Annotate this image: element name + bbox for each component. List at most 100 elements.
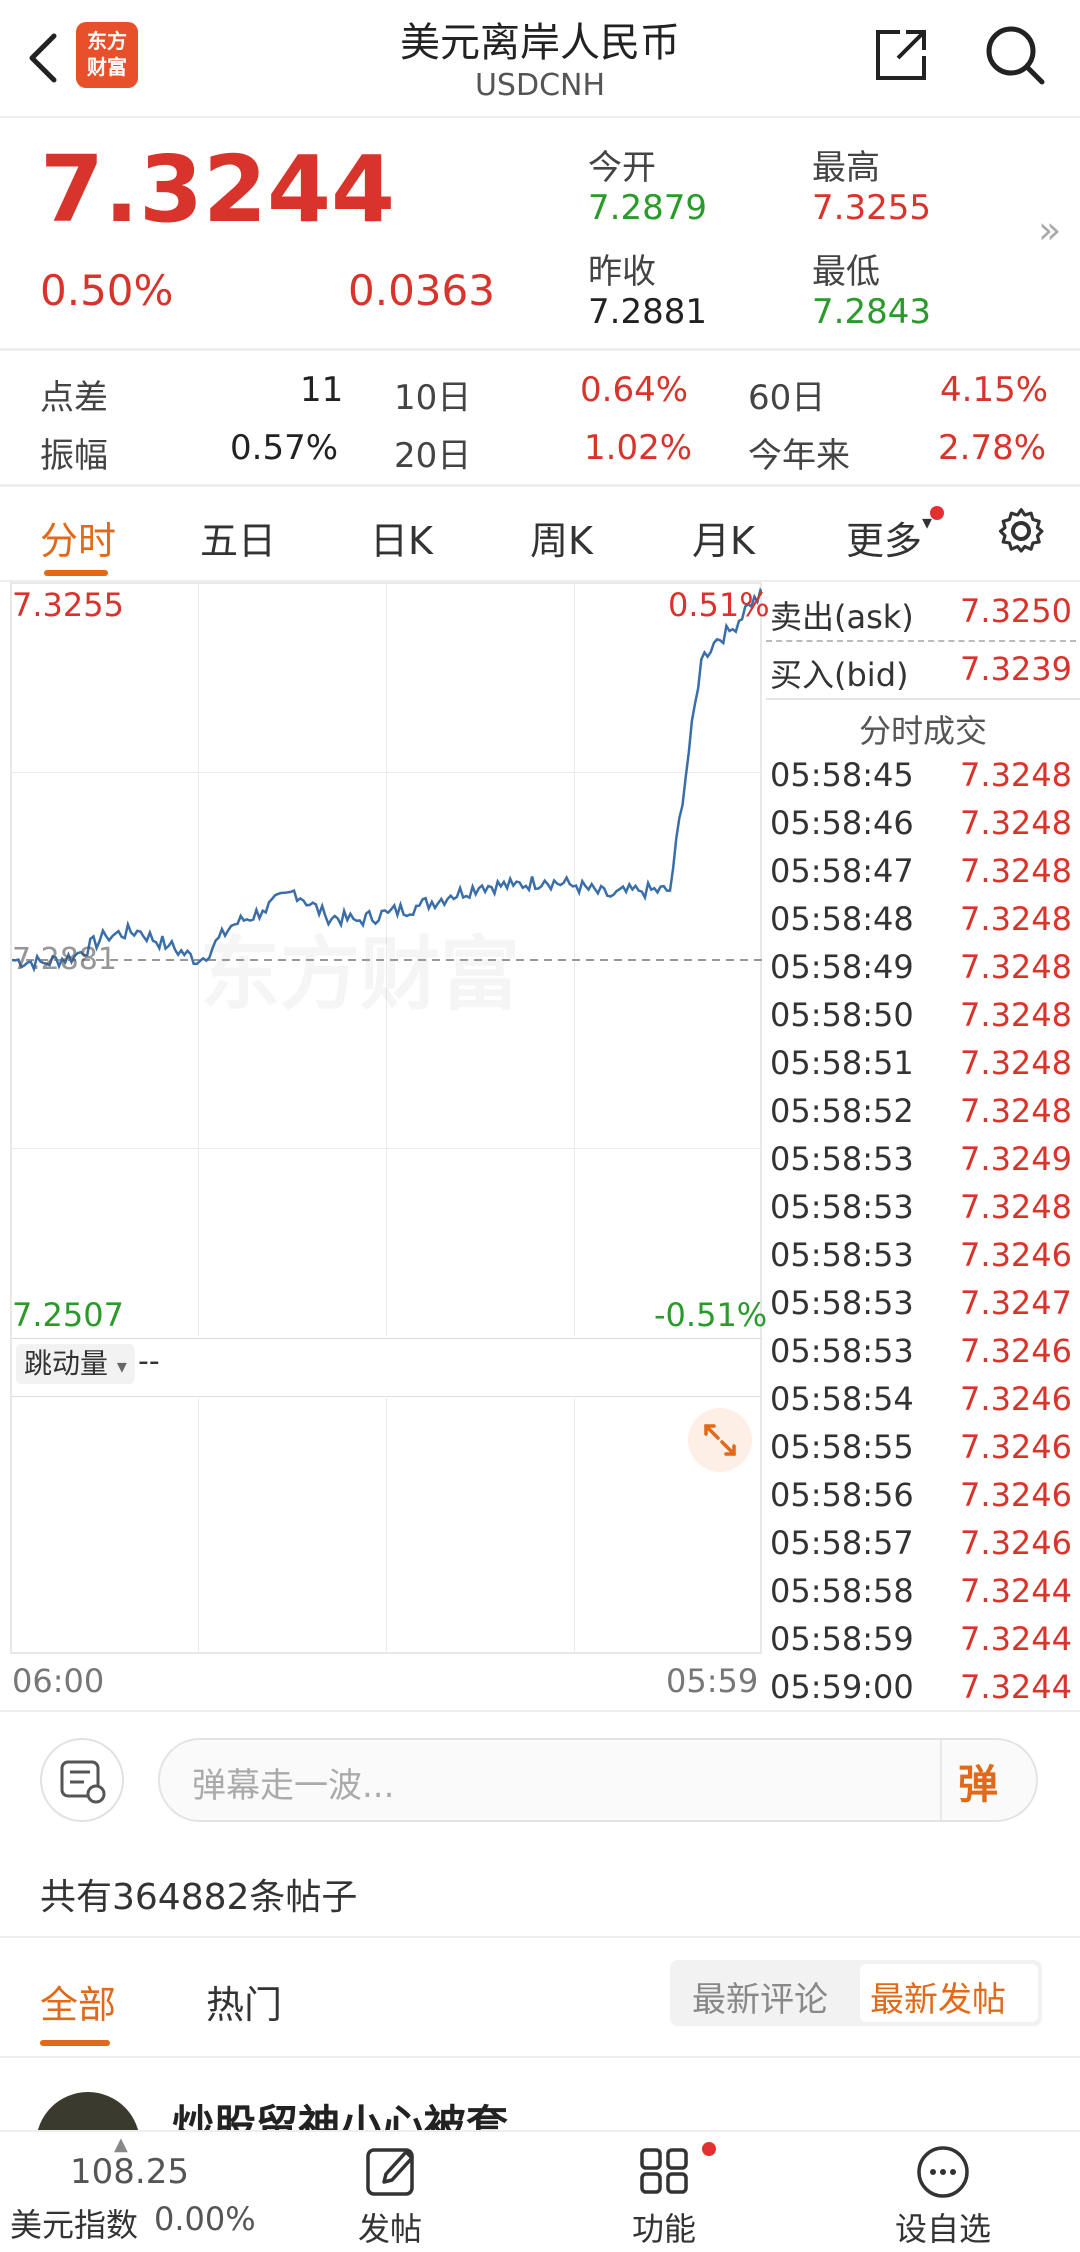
caret-down-icon: ▾ [116,1354,127,1378]
trade-price: 7.3248 [960,756,1072,794]
trade-price: 7.3248 [960,1044,1072,1082]
spread-value: 11 [300,370,344,410]
spread-label: 点差 [40,378,108,418]
trade-price: 7.3246 [960,1332,1072,1370]
notification-dot [930,506,944,520]
low-value: 7.2843 [812,292,931,332]
new-post-button[interactable]: 发帖 [340,2142,440,2248]
trade-time: 05:58:51 [770,1044,914,1082]
ask-value: 7.3250 [960,592,1072,630]
trade-time: 05:58:48 [770,900,914,938]
price-data-point [668,889,672,893]
trade-time: 05:58:58 [770,1572,914,1610]
price-data-point [605,894,609,898]
trade-price: 7.3246 [960,1236,1072,1274]
danmaku-input[interactable]: 弹幕走一波... [192,1758,394,1807]
high-value: 7.3255 [812,188,931,228]
open-value: 7.2879 [588,188,707,228]
ytd-value: 2.78% [938,428,1047,468]
grid-line [12,1338,762,1339]
pct-low-label: -0.51% [654,1296,768,1334]
price-data-point [292,889,296,893]
d20-label: 20日 [394,436,472,476]
trade-price: 7.3246 [960,1524,1072,1562]
sort-latest-comment[interactable]: 最新评论 [692,1972,828,2021]
high-label: 最高 [812,148,880,188]
trade-time: 05:58:46 [770,804,914,842]
edit-icon [366,2148,414,2196]
danmaku-button-label: 弹 [958,1762,998,1808]
tab-more-label: 更多 [846,519,923,563]
share-button[interactable] [870,24,932,86]
open-label: 今开 [588,148,656,188]
trade-time: 05:58:55 [770,1428,914,1466]
trade-price: 7.3246 [960,1380,1072,1418]
prev-close-label: 昨收 [588,252,656,292]
price-line-chart[interactable] [12,584,762,1336]
price-data-point [637,889,641,893]
volume-selector-label: 跳动量 [24,1347,109,1380]
functions-button[interactable]: 功能 [614,2142,714,2248]
index-label[interactable]: 美元指数 [10,2200,138,2246]
price-data-point [167,944,171,948]
trade-time: 05:58:47 [770,852,914,890]
danmaku-input-box[interactable]: 弹幕走一波... 弹 [158,1738,1038,1822]
price-data-point [104,934,108,938]
tab-more[interactable]: 更多▾ [846,510,932,565]
settings-button[interactable] [996,506,1046,556]
d10-label: 10日 [394,378,472,418]
bid-value: 7.3239 [960,650,1072,688]
trade-time: 05:58:53 [770,1140,914,1178]
trade-time: 05:58:53 [770,1332,914,1370]
tab-weekly-k[interactable]: 周K [530,510,593,565]
expand-icon [704,1424,736,1456]
grid-line [386,1398,387,1652]
add-watchlist-button[interactable]: 设自选 [888,2142,998,2248]
trade-price: 7.3247 [960,1284,1072,1322]
pct-high-label: 0.51% [668,586,770,624]
trade-price: 7.3248 [960,1188,1072,1226]
price-data-point [198,959,202,963]
ask-label: 卖出(ask) [770,598,914,636]
tab-monthly-k[interactable]: 月K [692,510,755,565]
trade-time: 05:58:53 [770,1236,914,1274]
grid-line [12,1396,762,1397]
trade-price: 7.3244 [960,1620,1072,1658]
change-value: 0.0363 [348,266,495,315]
ask-bid-separator [766,640,1076,642]
tab-intraday[interactable]: 分时 [40,510,116,565]
ytd-label: 今年来 [748,436,850,476]
d10-value: 0.64% [580,370,689,410]
volume-selector[interactable]: 跳动量 ▾ [16,1344,135,1384]
tab-all-posts[interactable]: 全部 [40,1974,116,2029]
price-data-point [699,657,703,661]
bid-separator [766,698,1080,700]
price-data-point [715,637,719,641]
trade-time: 05:58:53 [770,1284,914,1322]
y-axis-high-label: 7.3255 [12,586,124,624]
price-data-point [135,929,139,933]
search-button[interactable] [982,22,1048,88]
functions-label: 功能 [631,2210,696,2248]
price-data-point [323,914,327,918]
change-percent: 0.50% [40,266,174,315]
bottom-toolbar: ▲ 108.25 美元指数 0.00% 发帖 功能 设自选 [0,2130,1080,2252]
trade-price: 7.3248 [960,852,1072,890]
sort-latest-post[interactable]: 最新发帖 [860,1964,1038,2022]
amplitude-value: 0.57% [230,428,339,468]
tab-five-day[interactable]: 五日 [200,510,276,565]
danmaku-divider [940,1740,942,1820]
danmaku-settings-button[interactable] [40,1738,124,1822]
price-data-point [229,924,233,928]
tab-daily-k[interactable]: 日K [370,510,433,565]
price-data-point [355,919,359,923]
fullscreen-button[interactable] [688,1408,752,1472]
danmaku-send-button[interactable]: 弹 [958,1752,998,1810]
trade-price: 7.3248 [960,900,1072,938]
add-watchlist-label: 设自选 [894,2210,991,2248]
tab-hot-posts[interactable]: 热门 [206,1974,282,2029]
quote-more-button[interactable]: » [1038,208,1061,252]
bid-label: 买入(bid) [770,656,909,694]
index-change: 0.00% [154,2200,256,2238]
d20-value: 1.02% [584,428,693,468]
